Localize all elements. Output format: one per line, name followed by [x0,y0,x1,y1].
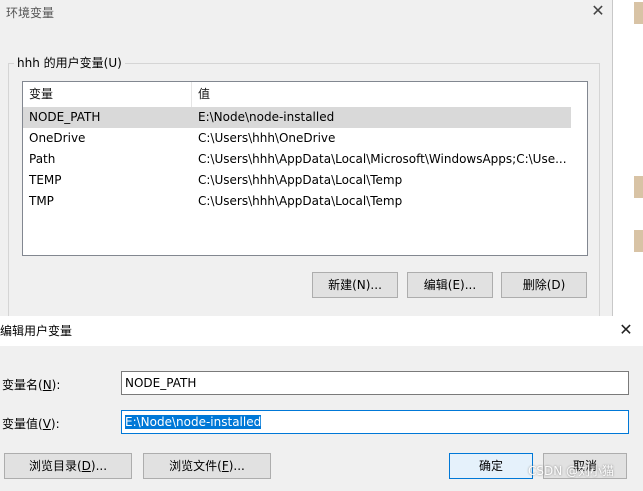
decoration-mark [634,176,643,198]
column-header-variable[interactable]: 变量 [23,82,191,107]
variable-name: OneDrive [29,131,86,145]
variable-name: TMP [29,194,54,208]
variable-value: C:\Users\hhh\OneDrive [198,131,336,145]
list-item[interactable]: TEMP C:\Users\hhh\AppData\Local\Temp [23,170,571,191]
browse-directory-button[interactable]: 浏览目录(D)... [4,453,132,479]
variable-name-input[interactable]: NODE_PATH [121,371,629,395]
new-button[interactable]: 新建(N)... [312,272,398,298]
close-icon[interactable]: ✕ [616,320,636,340]
watermark: CSDN @刘小猫 [528,464,615,478]
variable-name: NODE_PATH [29,110,101,124]
dialog-title: 编辑用户变量 [0,324,73,338]
ok-button[interactable]: 确定 [449,453,533,479]
variable-value: C:\Users\hhh\AppData\Local\Temp [198,173,403,187]
dialog-titlebar [0,316,643,346]
list-item[interactable]: OneDrive C:\Users\hhh\OneDrive [23,128,571,149]
variable-name-label: 变量名(N): [2,378,61,392]
background-strip [613,0,643,320]
column-header-value[interactable]: 值 [192,82,571,107]
list-item[interactable]: TMP C:\Users\hhh\AppData\Local\Temp [23,191,571,212]
variables-list[interactable]: 变量 值 NODE_PATH E:\Node\node-installed On… [22,81,588,256]
window-title: 环境变量 [6,6,55,20]
delete-button[interactable]: 删除(D) [501,272,587,298]
list-item[interactable]: Path C:\Users\hhh\AppData\Local\Microsof… [23,149,571,170]
close-icon[interactable]: ✕ [588,1,608,21]
variable-value-label: 变量值(V): [2,417,60,431]
decoration-mark [634,2,643,24]
variable-name: Path [29,152,56,166]
list-item[interactable]: NODE_PATH E:\Node\node-installed [23,107,571,128]
browse-file-button[interactable]: 浏览文件(F)... [143,453,271,479]
group-label: hhh 的用户变量(U) [14,54,125,71]
variable-value: C:\Users\hhh\AppData\Local\Temp [198,194,403,208]
variable-value: E:\Node\node-installed [198,110,335,124]
variable-name: TEMP [29,173,62,187]
decoration-mark [634,230,643,252]
variable-value-input[interactable]: E:\Node\node-installed [121,410,629,434]
selected-text: E:\Node\node-installed [125,415,262,429]
edit-button[interactable]: 编辑(E)... [407,272,493,298]
variable-value: C:\Users\hhh\AppData\Local\Microsoft\Win… [198,152,567,166]
